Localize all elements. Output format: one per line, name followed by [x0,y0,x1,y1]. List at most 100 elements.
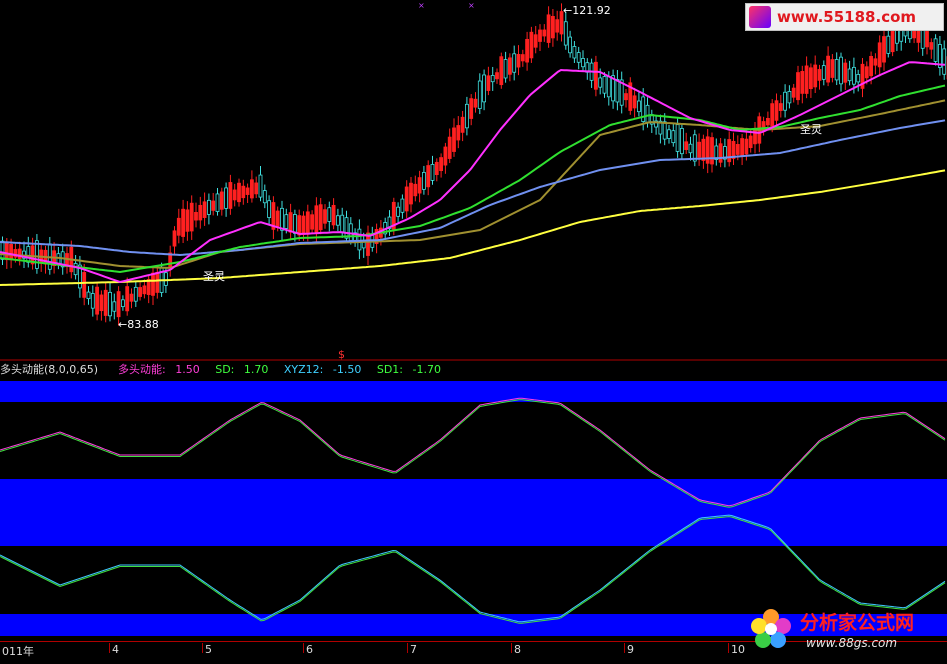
axis-tick: 6 [303,643,313,656]
candle-body [692,134,697,162]
candle-body [809,67,813,90]
candle-body [280,207,284,231]
candle-body [787,91,792,104]
candle-body [473,98,478,108]
candle-body [834,59,839,81]
candle-body [460,116,465,133]
indicator-band [0,479,947,546]
candle-body [778,103,783,111]
candle-body [856,74,861,83]
candle-body [546,14,551,43]
ma-lightblue-line [0,119,946,257]
candle-body [26,246,31,263]
ma-magenta-line [0,61,946,284]
candle-body [172,230,177,247]
candle-body [637,100,641,113]
candle-body [224,187,229,209]
candle-body [189,202,194,232]
logo-mark-icon [749,6,771,28]
candle-body [516,53,521,68]
candle-body [791,87,796,98]
candle-body [297,215,302,236]
candle-body [555,19,560,33]
candle-body [882,36,886,63]
indicator-band [0,381,947,402]
candle-body [576,52,581,63]
candle-body [469,98,474,119]
candle-body [942,48,947,75]
axis-tick: 011年 [2,645,34,658]
candle-body [275,210,280,227]
candle-body [800,71,805,94]
candle-body [933,38,938,62]
candle-body [735,144,740,155]
flower-logo-icon [751,609,791,648]
candle-body [327,207,332,222]
candle-body [421,172,426,190]
candle-body [241,185,246,199]
candle-body [439,157,444,172]
candle-body [318,204,323,231]
candle-body [194,212,198,221]
candle-body [413,183,418,197]
candle-body [116,291,121,318]
candle-body [839,56,843,85]
candle-body [606,76,611,98]
candle-body [680,128,684,155]
candle-body [284,214,289,229]
candle-body [697,141,701,158]
signal-label-1: 圣灵 [203,270,225,283]
candle-body [430,164,435,181]
candle-body [426,165,431,188]
candle-body [864,66,869,79]
indicator-value-1: 多头动能: 1.50 [118,363,200,376]
candle-body [108,291,112,317]
indicator-value-4: SD1: -1.70 [376,363,441,376]
candle-body [344,217,349,239]
candle-body [843,62,848,83]
candle-body [301,215,306,235]
low-price-label: ←83.88 [118,318,159,331]
candle-body [219,191,224,210]
candle-body [396,206,401,217]
candle-body [873,58,878,66]
candle-body [314,205,319,233]
candle-body [163,272,168,286]
candle-body [877,42,882,68]
candle-body [434,161,439,175]
candle-body [198,204,203,221]
candle-body [138,287,143,297]
candle-body [232,189,237,201]
candle-body [464,103,469,129]
top-marker: × [468,1,475,10]
candle-body [602,76,607,94]
axis-tick: 9 [624,643,634,656]
candle-body [404,186,409,212]
candle-body [718,143,723,163]
candle-body [830,59,835,78]
top-markers: × × [418,1,475,10]
candle-body [417,177,422,194]
indicator-value-3: XYZ12: -1.50 [283,363,362,376]
candle-body [748,135,753,148]
candle-body [486,75,491,91]
candle-body [129,293,134,302]
candle-body [86,291,91,300]
candle-body [335,215,340,226]
candle-body [753,128,757,145]
candle-body [507,57,512,75]
candle-body [572,46,577,59]
candle-body [0,240,5,260]
candle-body [456,125,461,141]
candle-body [667,129,671,139]
candle-body [90,293,95,309]
candle-body [202,201,207,218]
candle-body [869,55,873,77]
axis-tick: 4 [109,643,119,656]
high-price-label: ←121.92 [563,4,611,17]
candle-body [632,95,637,109]
candle-body [4,242,9,261]
candle-body [181,208,186,237]
candle-body [9,244,14,260]
candle-body [533,34,538,48]
